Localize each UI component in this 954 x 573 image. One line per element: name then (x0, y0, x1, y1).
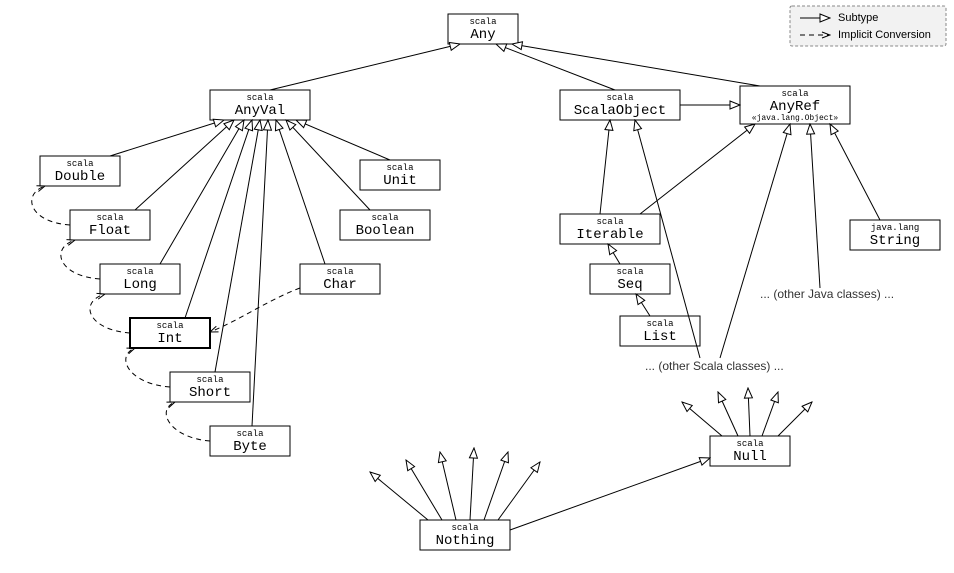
edge-short-int (126, 348, 170, 387)
edge-nothing-fan5 (484, 452, 508, 520)
node-long: scala Long (100, 264, 180, 294)
svg-text:Char: Char (323, 277, 357, 293)
node-char: scala Char (300, 264, 380, 294)
edge-nothing-fan4 (470, 448, 474, 520)
svg-text:scala: scala (469, 17, 497, 27)
svg-text:Float: Float (89, 223, 131, 239)
edge-float-double (32, 186, 70, 225)
node-anyref: scala AnyRef «java.lang.Object» (740, 86, 850, 124)
svg-text:scala: scala (326, 267, 354, 277)
edge-nothing-fan2 (406, 460, 442, 520)
node-boolean: scala Boolean (340, 210, 430, 240)
node-anyval: scala AnyVal (210, 90, 310, 120)
node-list: scala List (620, 316, 700, 346)
note-other-java: ... (other Java classes) ... (760, 287, 894, 301)
node-short: scala Short (170, 372, 250, 402)
edge-null-fan2 (718, 392, 738, 436)
node-byte: scala Byte (210, 426, 290, 456)
svg-text:Seq: Seq (617, 277, 642, 293)
svg-text:scala: scala (451, 523, 479, 533)
edge-otherjava-anyref (810, 124, 820, 288)
edge-anyval-any (270, 44, 460, 90)
edge-iterable-scalaobject (600, 120, 610, 214)
svg-text:AnyRef: AnyRef (770, 99, 820, 115)
edge-nothing-fan3 (440, 452, 456, 520)
legend: Subtype Implicit Conversion (790, 6, 946, 46)
edge-null-fan5 (778, 402, 812, 436)
svg-text:scala: scala (736, 439, 764, 449)
svg-text:scala: scala (371, 213, 399, 223)
node-iterable: scala Iterable (560, 214, 660, 244)
svg-text:scala: scala (126, 267, 154, 277)
svg-text:scala: scala (156, 321, 184, 331)
svg-text:scala: scala (246, 93, 274, 103)
svg-text:List: List (643, 329, 677, 345)
svg-text:scala: scala (781, 89, 809, 99)
edge-unit-anyval (296, 120, 390, 160)
svg-text:Double: Double (55, 169, 105, 185)
node-seq: scala Seq (590, 264, 670, 294)
edge-float-anyval (135, 120, 234, 210)
svg-text:scala: scala (596, 217, 624, 227)
svg-text:Long: Long (123, 277, 157, 293)
svg-text:Boolean: Boolean (356, 223, 415, 239)
edge-byte-anyval (252, 120, 268, 426)
note-other-scala: ... (other Scala classes) ... (645, 359, 784, 373)
svg-text:Unit: Unit (383, 173, 417, 189)
edge-null-fan4 (762, 392, 778, 436)
legend-subtype-label: Subtype (838, 12, 878, 24)
edge-nothing-fan6 (498, 462, 540, 520)
type-hierarchy-diagram: Subtype Implicit Conversion scala Any sc… (0, 0, 954, 573)
svg-text:Null: Null (733, 449, 767, 465)
svg-text:Any: Any (470, 27, 495, 43)
edge-byte-short (166, 402, 210, 441)
svg-text:Nothing: Nothing (436, 533, 495, 549)
legend-implicit-label: Implicit Conversion (838, 29, 931, 41)
svg-text:scala: scala (66, 159, 94, 169)
svg-text:Int: Int (157, 331, 182, 347)
svg-text:scala: scala (646, 319, 674, 329)
edge-long-float (61, 240, 100, 279)
svg-text:scala: scala (96, 213, 124, 223)
svg-text:String: String (870, 233, 920, 249)
svg-text:Byte: Byte (233, 439, 267, 455)
svg-text:Short: Short (189, 385, 231, 401)
edge-otherscala-anyref (720, 124, 790, 358)
node-scalaobject: scala ScalaObject (560, 90, 680, 120)
edge-nothing-fan1 (370, 472, 428, 520)
edge-string-anyref (830, 124, 880, 220)
edge-null-fan3 (748, 388, 750, 436)
edge-long-anyval (160, 120, 244, 264)
node-float: scala Float (70, 210, 150, 240)
svg-text:scala: scala (236, 429, 264, 439)
node-double: scala Double (40, 156, 120, 186)
svg-text:ScalaObject: ScalaObject (574, 103, 666, 119)
node-nothing: scala Nothing (420, 520, 510, 550)
edge-null-fan1 (682, 402, 722, 436)
edge-int-long (90, 294, 130, 333)
edge-char-anyval (276, 120, 325, 264)
node-unit: scala Unit (360, 160, 440, 190)
edge-seq-iterable (608, 244, 620, 264)
svg-text:«java.lang.Object»: «java.lang.Object» (752, 114, 839, 123)
edge-list-seq (636, 294, 650, 316)
edge-nothing-null (510, 458, 710, 530)
node-int: scala Int (130, 318, 210, 348)
node-string: java.lang String (850, 220, 940, 250)
svg-text:Iterable: Iterable (576, 227, 643, 243)
edge-double-anyval (110, 120, 224, 156)
node-null: scala Null (710, 436, 790, 466)
svg-text:scala: scala (616, 267, 644, 277)
svg-text:scala: scala (196, 375, 224, 385)
svg-text:scala: scala (606, 93, 634, 103)
node-any: scala Any (448, 14, 518, 44)
svg-text:java.lang: java.lang (871, 223, 920, 233)
svg-text:AnyVal: AnyVal (235, 103, 285, 119)
svg-text:scala: scala (386, 163, 414, 173)
